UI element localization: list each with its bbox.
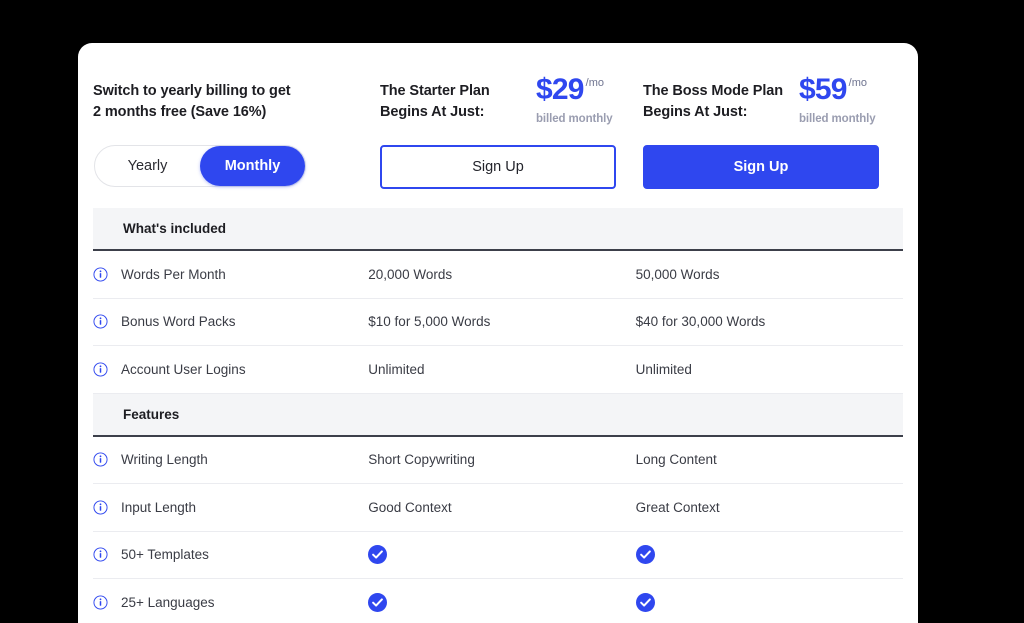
plan-price-starter: $29 /mo billed monthly <box>536 75 656 126</box>
info-icon[interactable] <box>93 267 108 282</box>
feature-label: Input Length <box>121 499 197 515</box>
plan-price-boss-mode-period: /mo <box>848 77 867 89</box>
table-row: 50+ Templates <box>93 532 903 579</box>
billing-period-toggle[interactable]: Yearly Monthly <box>94 145 306 187</box>
plan-title-starter-line-2: Begins At Just: <box>380 103 485 120</box>
info-icon[interactable] <box>93 314 108 329</box>
feature-label: Account User Logins <box>121 361 246 377</box>
info-icon[interactable] <box>93 547 108 562</box>
feature-cell: Bonus Word Packs <box>93 314 368 329</box>
plan-price-boss-mode: $59 /mo billed monthly <box>799 75 918 126</box>
table-row: Bonus Word Packs $10 for 5,000 Words $40 f… <box>93 299 903 346</box>
table-row: Account User Logins Unlimited Unlimited <box>93 346 903 394</box>
value-cell-starter: $10 for 5,000 Words <box>368 314 491 330</box>
table-row: Input Length Good Context Great Context <box>93 484 903 532</box>
plan-price-starter-amount: $29 <box>536 73 584 106</box>
plan-price-starter-period: /mo <box>585 77 604 89</box>
value-cell-starter: Unlimited <box>368 361 425 377</box>
page-background: Switch to yearly billing to get 2 months… <box>0 0 1024 623</box>
info-icon[interactable] <box>93 452 108 467</box>
plan-title-boss-mode: The Boss Mode Plan Begins At Just: <box>643 81 813 122</box>
plan-title-boss-mode-line-2: Begins At Just: <box>643 103 748 120</box>
value-cell-starter: 20,000 Words <box>368 266 453 282</box>
value-cell-boss: Long Content <box>635 452 717 468</box>
pricing-card: Switch to yearly billing to get 2 months… <box>78 43 918 623</box>
feature-label: 50+ Templates <box>121 547 209 563</box>
feature-cell: 50+ Templates <box>93 547 368 562</box>
toggle-option-yearly[interactable]: Yearly <box>95 146 200 186</box>
plan-price-boss-mode-amount: $59 <box>799 73 847 106</box>
plan-price-starter-note: billed monthly <box>536 113 613 125</box>
value-cell-boss <box>635 592 903 612</box>
plan-title-starter-line-1: The Starter Plan <box>380 83 490 99</box>
plan-price-starter-line: $29 /mo <box>536 75 656 105</box>
value-cell-starter <box>368 592 635 612</box>
plan-comparison-table: What's included Words Per Month 20,000 Wor… <box>78 208 918 623</box>
pricing-header: Switch to yearly billing to get 2 months… <box>78 43 918 208</box>
yearly-billing-promo: Switch to yearly billing to get 2 months… <box>93 81 323 122</box>
plan-price-boss-mode-note: billed monthly <box>799 113 876 125</box>
value-cell-boss: $40 for 30,000 Words <box>635 314 766 330</box>
plan-title-boss-mode-line-1: The Boss Mode Plan <box>643 83 783 99</box>
table-row: Writing Length Short Copywriting Long Cont… <box>93 437 903 484</box>
table-row: Words Per Month 20,000 Words 50,000 Words <box>93 251 903 299</box>
plan-column-starter: The Starter Plan Begins At Just: $29 /mo… <box>378 43 618 208</box>
value-cell-starter <box>368 545 635 565</box>
feature-label: Bonus Word Packs <box>121 314 236 330</box>
plan-price-boss-mode-line: $59 /mo <box>799 75 918 105</box>
plan-title-starter: The Starter Plan Begins At Just: <box>380 81 550 122</box>
feature-label: 25+ Languages <box>121 594 215 610</box>
value-cell-boss: 50,000 Words <box>635 266 720 282</box>
promo-line-1: Switch to yearly billing to get <box>93 83 291 99</box>
signup-button-boss-mode[interactable]: Sign Up <box>643 145 879 189</box>
toggle-option-monthly[interactable]: Monthly <box>200 146 305 186</box>
value-cell-boss <box>635 545 903 565</box>
value-cell-starter: Short Copywriting <box>368 452 475 468</box>
check-icon <box>368 592 388 612</box>
feature-cell: Account User Logins <box>93 362 368 377</box>
value-cell-boss: Great Context <box>635 499 720 515</box>
feature-label: Words Per Month <box>121 266 226 282</box>
comparison-section-heading: Features <box>93 393 903 437</box>
feature-cell: Writing Length <box>93 452 368 467</box>
plan-column-boss-mode: The Boss Mode Plan Begins At Just: $59 /… <box>641 43 883 208</box>
comparison-section-heading: What's included <box>93 208 903 251</box>
info-icon[interactable] <box>93 500 108 515</box>
check-icon <box>635 545 655 565</box>
value-cell-starter: Good Context <box>368 499 452 515</box>
table-row: 25+ Languages <box>93 579 903 623</box>
value-cell-boss: Unlimited <box>635 361 692 377</box>
feature-cell: Words Per Month <box>93 267 368 282</box>
promo-line-2: 2 months free (Save 16%) <box>93 103 267 120</box>
feature-label: Writing Length <box>121 452 208 468</box>
info-icon[interactable] <box>93 362 108 377</box>
signup-button-starter[interactable]: Sign Up <box>380 145 616 189</box>
check-icon <box>368 545 388 565</box>
info-icon[interactable] <box>93 595 108 610</box>
feature-cell: Input Length <box>93 500 368 515</box>
check-icon <box>635 592 655 612</box>
feature-cell: 25+ Languages <box>93 595 368 610</box>
